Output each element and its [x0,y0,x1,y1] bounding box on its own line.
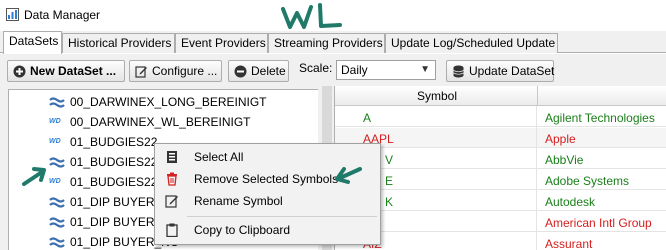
name-cell: Apple [545,132,576,146]
tree-item-label: 01_DIP BUYER [70,195,155,209]
name-cell: American Intl Group [545,216,652,230]
update-dataset-label: Update DataSet [469,64,555,78]
menu-item-copy-clipboard[interactable]: Copy to Clipboard [156,219,379,241]
name-cell: AbbVie [545,153,584,167]
update-dataset-button[interactable]: Update DataSet [446,60,554,82]
menu-item-label: Remove Selected Symbols [194,172,339,186]
chevron-down-icon: ▼ [420,64,430,75]
table-row[interactable]: K Autodesk [335,191,666,211]
tree-item[interactable]: WD 00_DARWINEX_WL_BEREINIGT [49,112,319,132]
scale-label: Scale: [299,61,333,75]
database-icon [453,65,464,78]
scale-dropdown[interactable]: Daily ▼ [336,60,436,80]
toolbar: New DataSet ... Configure ... Delete Upd… [0,54,666,86]
clipboard-icon [166,223,178,237]
tree-item-label: 01_BUDGIES22 [70,135,158,149]
table-row[interactable]: V AbbVie [335,149,666,169]
delete-label: Delete [251,64,286,78]
tree-item-label: 00_DARWINEX_WL_BEREINIGT [70,115,251,129]
tab-event-providers[interactable]: Event Providers [175,33,268,53]
tree-item[interactable]: 00_DARWINEX_LONG_BEREINIGT [49,92,319,112]
name-cell: Agilent Technologies [545,111,655,125]
grid-header: Symbol [335,86,666,106]
context-menu: Select All Remove Selected Symbols Renam… [154,143,381,245]
configure-button[interactable]: Configure ... [129,60,222,82]
table-row[interactable]: AAPL Apple [335,128,666,148]
tab-datasets[interactable]: DataSets [3,31,62,54]
dataset-wave-icon [49,197,65,208]
window-title: Data Manager [24,8,101,22]
symbol-column-header[interactable]: Symbol [417,89,457,103]
scale-value: Daily [341,63,368,77]
symbol-cell: K [385,195,394,209]
dataset-wave-icon [49,97,65,108]
wealth-data-icon: WD [49,118,61,125]
menu-item-label: Rename Symbol [194,194,283,208]
data-manager-icon [6,8,19,21]
new-dataset-label: New DataSet ... [30,64,117,78]
name-cell: Adobe Systems [545,174,630,188]
name-cell: Autodesk [545,195,596,209]
tab-update-log[interactable]: Update Log/Scheduled Update [385,33,558,53]
menu-item-rename-symbol[interactable]: Rename Symbol [156,190,379,212]
wealth-data-icon: WD [49,138,61,145]
tree-item-label: 00_DARWINEX_LONG_BEREINIGT [70,95,267,109]
name-cell: Assurant [545,237,593,250]
menu-item-label: Select All [194,150,244,164]
edit-icon [135,66,147,78]
tab-streaming-providers[interactable]: Streaming Providers [268,33,385,53]
annotation-arrow-left [22,167,46,186]
table-row[interactable]: AIZ Assurant [335,233,666,250]
trash-icon [167,172,177,186]
rename-edit-icon [165,195,178,208]
symbols-grid: Symbol A Agilent Technologies AAPL Apple… [334,86,666,250]
table-row[interactable]: A Agilent Technologies [335,107,666,127]
symbol-cell: A [363,111,372,125]
configure-label: Configure ... [152,64,218,78]
dataset-wave-icon [49,237,65,248]
tab-historical-providers[interactable]: Historical Providers [62,33,175,53]
symbol-cell: V [385,153,394,167]
table-row[interactable]: American Intl Group [335,212,666,232]
tab-bar: DataSets Historical Providers Event Prov… [0,31,666,54]
new-dataset-button[interactable]: New DataSet ... [7,60,125,82]
plus-icon [13,65,26,78]
minus-icon [234,65,247,78]
menu-item-label: Copy to Clipboard [194,223,291,237]
annotation-arrow-right [335,167,362,184]
dataset-wave-icon [49,217,65,228]
header-separator [537,86,538,106]
symbol-cell: E [385,174,394,188]
delete-button[interactable]: Delete [228,60,289,82]
table-row[interactable]: E Adobe Systems [335,170,666,190]
menu-separator [187,216,377,217]
grid-column-separator [536,106,537,250]
select-all-icon [167,151,177,163]
